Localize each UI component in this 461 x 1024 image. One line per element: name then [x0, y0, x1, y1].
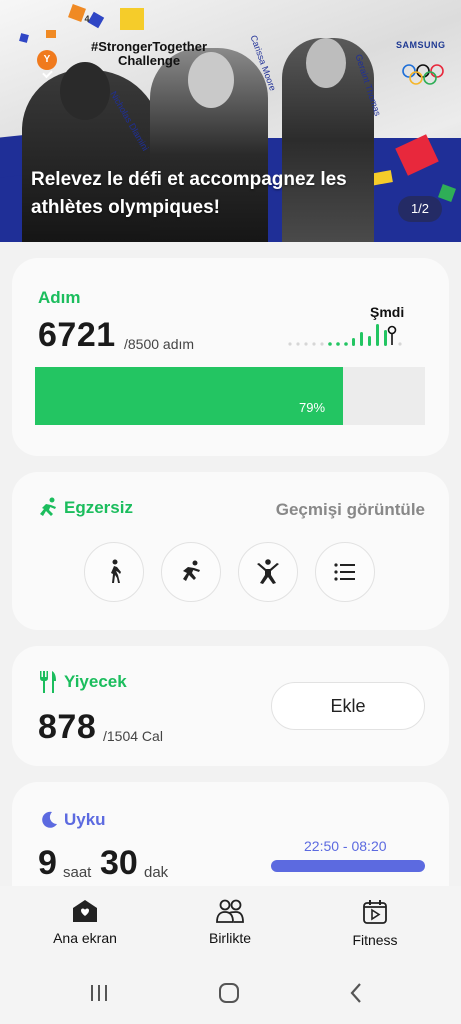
recent-apps-icon[interactable] [84, 978, 114, 1008]
steps-count: 6721 [38, 316, 116, 354]
run-button[interactable] [161, 542, 221, 602]
workout-button[interactable] [238, 542, 298, 602]
confetti-shape [120, 8, 144, 30]
nav-home[interactable]: Ana ekran [30, 898, 140, 946]
calories-count: 878 [38, 708, 97, 746]
steps-card[interactable]: Adım 6721 /8500 adım Şmdi 79% [12, 258, 449, 456]
banner-headline: Relevez le défi et accompagnez les athlè… [31, 169, 347, 218]
campaign-title: #StrongerTogether Challenge [90, 39, 208, 68]
bottom-navigation: Ana ekran Birlikte Fitness [0, 886, 461, 962]
steps-title: Adım [38, 288, 81, 307]
user-avatar[interactable]: Y [37, 50, 57, 70]
running-icon [40, 497, 56, 516]
moon-icon [42, 811, 57, 828]
steps-goal: /8500 adım [124, 336, 195, 352]
samsung-logo: SAMSUNG [396, 40, 446, 50]
sleep-title: Uyku [64, 810, 106, 829]
add-food-button[interactable]: Ekle [271, 682, 425, 730]
home-button-icon[interactable] [214, 978, 244, 1008]
nav-together[interactable]: Birlikte [175, 898, 285, 946]
sleep-time-range: 22:50 - 08:20 [304, 838, 387, 854]
workout-icon [257, 559, 279, 584]
system-navigation-bar [0, 962, 461, 1024]
sleep-hours: 9 [38, 844, 57, 882]
banner-pager: 1/2 [398, 196, 442, 222]
promo-banner[interactable]: #StrongerTogether Challenge Nicholas Dla… [0, 0, 461, 242]
list-icon [334, 563, 355, 581]
calories-goal: /1504 Cal [103, 728, 163, 744]
steps-progress-bar [35, 367, 425, 425]
fitness-icon [363, 900, 387, 924]
sleep-minutes-unit: dak [144, 864, 169, 881]
food-title: Yiyecek [64, 672, 127, 691]
walk-button[interactable] [84, 542, 144, 602]
exercise-card[interactable]: Egzersiz Geçmişi görüntüle [12, 472, 449, 630]
exercise-list-button[interactable] [315, 542, 375, 602]
confetti-shape [46, 30, 56, 38]
people-icon [216, 899, 244, 923]
food-card[interactable]: Yiyecek 878 /1504 Cal Ekle [12, 646, 449, 766]
run-icon [183, 560, 200, 581]
back-icon[interactable] [342, 978, 372, 1008]
notification-badge: 4 [84, 14, 90, 24]
nav-together-label: Birlikte [208, 930, 251, 946]
sleep-minutes: 30 [100, 844, 138, 882]
view-history-link[interactable]: Geçmişi görüntüle [276, 500, 425, 520]
sleep-hours-unit: saat [63, 864, 92, 881]
nav-fitness-label: Fitness [352, 932, 398, 948]
nav-home-label: Ana ekran [53, 930, 117, 946]
exercise-title: Egzersiz [64, 498, 133, 517]
hourly-steps-graph [288, 324, 402, 346]
sleep-bar [271, 860, 425, 872]
home-icon [73, 900, 97, 922]
olympic-rings-icon [402, 64, 444, 85]
walk-icon [111, 559, 121, 583]
nav-fitness[interactable]: Fitness [320, 898, 430, 948]
steps-progress-fill [35, 367, 343, 425]
fork-knife-icon [40, 671, 56, 693]
steps-progress-label: 79% [299, 400, 326, 415]
